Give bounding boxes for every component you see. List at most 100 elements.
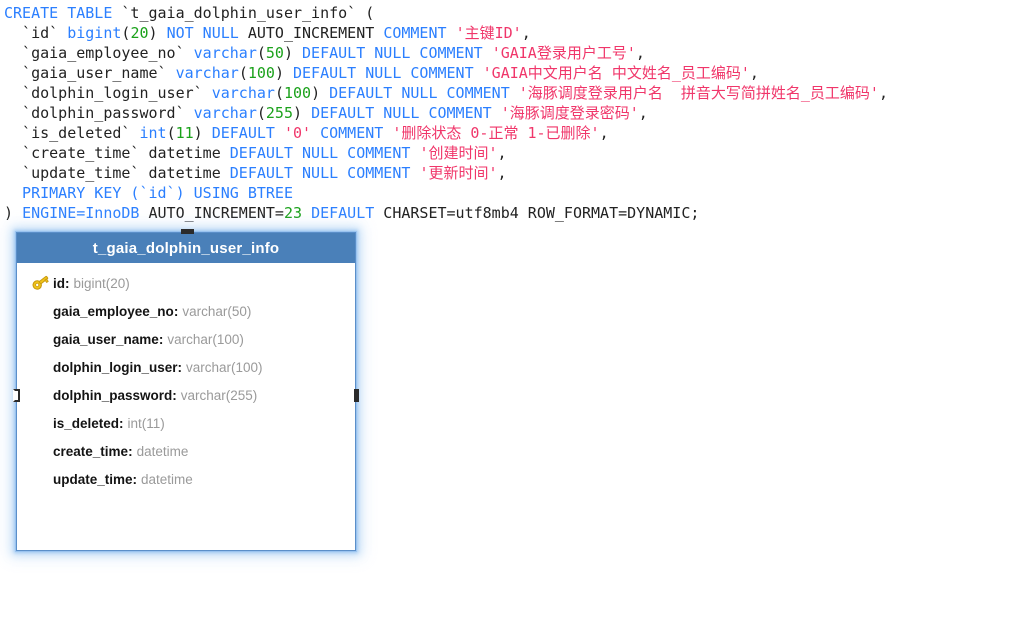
entity-field-type: int(11) [127, 415, 165, 431]
sql-token: datetime [148, 144, 230, 162]
sql-token: DEFAULT NULL COMMENT [311, 104, 492, 122]
field-icon-placeholder [31, 442, 53, 460]
entity-field-row[interactable]: dolphin_login_user: varchar(100) [17, 353, 355, 381]
sql-token: ) [283, 44, 303, 62]
er-table-entity-t-gaia-dolphin-user-info[interactable]: t_gaia_dolphin_user_info id: bigint(20) ga… [13, 229, 359, 551]
field-icon-placeholder [31, 358, 53, 376]
entity-field-list: id: bigint(20) gaia_employee_no: varchar(50… [17, 263, 355, 493]
sql-token: '海豚调度登录密码' [500, 104, 639, 122]
sql-token: 255 [265, 104, 293, 122]
sql-token: `id` [4, 24, 68, 42]
sql-token: '0' [283, 124, 312, 142]
sql-token: , [635, 44, 645, 62]
connector-handle-right[interactable] [354, 389, 359, 402]
field-icon-placeholder [31, 414, 53, 432]
sql-token: `t_gaia_dolphin_user_info` ( [121, 4, 375, 22]
sql-token: ) [293, 104, 312, 122]
sql-token: NOT NULL [166, 24, 239, 42]
sql-token: datetime [148, 164, 230, 182]
entity-field-row[interactable]: id: bigint(20) [17, 269, 355, 297]
connector-handle-left[interactable] [13, 389, 20, 402]
sql-token: DEFAULT NULL COMMENT [329, 84, 510, 102]
sql-token: ( [166, 124, 176, 142]
sql-token: , [878, 84, 888, 102]
sql-line: `dolphin_password` varchar(255) DEFAULT … [0, 103, 1035, 123]
sql-line: CREATE TABLE `t_gaia_dolphin_user_info` … [0, 3, 1035, 23]
sql-token: ) [4, 204, 23, 222]
entity-field-type: varchar(50) [182, 303, 252, 319]
entity-field-row[interactable]: create_time: datetime [17, 437, 355, 465]
sql-token: `is_deleted` [4, 124, 140, 142]
field-icon-placeholder [31, 386, 53, 404]
sql-token: , [497, 144, 507, 162]
sql-token: DEFAULT NULL COMMENT [229, 164, 411, 182]
sql-token: CHARSET=utf8mb4 ROW_FORMAT=DYNAMIC; [374, 204, 700, 222]
sql-token: DEFAULT NULL COMMENT [302, 44, 483, 62]
sql-token: `create_time` [4, 144, 149, 162]
sql-token: 100 [283, 84, 312, 102]
entity-title: t_gaia_dolphin_user_info [92, 239, 280, 257]
entity-field-name: gaia_user_name [53, 331, 159, 347]
sql-token: 100 [247, 64, 275, 82]
entity-field-row[interactable]: gaia_user_name: varchar(100) [17, 325, 355, 353]
sql-line: PRIMARY KEY (`id`) USING BTREE [0, 183, 1035, 203]
sql-token: , [521, 24, 531, 42]
sql-token: int [139, 124, 167, 142]
entity-field-type: varchar(255) [180, 387, 258, 403]
entity-field-name: create_time [53, 443, 129, 459]
sql-token: DEFAULT [311, 204, 375, 222]
entity-field-row[interactable]: update_time: datetime [17, 465, 355, 493]
sql-token: CREATE TABLE [4, 4, 122, 22]
sql-token: `gaia_user_name` [4, 64, 176, 82]
sql-token: varchar [193, 44, 257, 62]
sql-token: ( [256, 44, 266, 62]
entity-header[interactable]: t_gaia_dolphin_user_info [17, 233, 355, 263]
sql-token: varchar [175, 64, 239, 82]
sql-token: ) [193, 124, 212, 142]
connector-handle-top[interactable] [181, 229, 194, 234]
entity-field-type: bigint(20) [73, 275, 130, 291]
entity-field-name: dolphin_password [53, 387, 173, 403]
sql-token: '删除状态 0-正常 1-已删除' [392, 124, 600, 142]
sql-token: `dolphin_login_user` [4, 84, 212, 102]
sql-token: ( [274, 84, 284, 102]
sql-ddl-code-block: CREATE TABLE `t_gaia_dolphin_user_info` … [0, 0, 1035, 223]
sql-token: 'GAIA登录用户工号' [491, 44, 636, 62]
sql-token: ) [274, 64, 293, 82]
sql-token: ( [238, 64, 248, 82]
sql-token: ) [311, 84, 330, 102]
sql-token: , [599, 124, 609, 142]
entity-field-row[interactable]: dolphin_password: varchar(255) [17, 381, 355, 409]
field-icon-placeholder [31, 302, 53, 320]
entity-field-row[interactable]: is_deleted: int(11) [17, 409, 355, 437]
field-icon-placeholder [31, 330, 53, 348]
sql-token: `dolphin_password` [4, 104, 194, 122]
entity-field-name: update_time [53, 471, 133, 487]
sql-line: `update_time` datetime DEFAULT NULL COMM… [0, 163, 1035, 183]
sql-token: 20 [130, 24, 149, 42]
sql-token: '海豚调度登录用户名 拼音大写简拼姓名_员工编码' [518, 84, 879, 102]
entity-field-type: varchar(100) [167, 331, 244, 347]
sql-token: '创建时间' [419, 144, 498, 162]
sql-token: varchar [211, 84, 275, 102]
primary-key-icon [31, 274, 53, 292]
sql-token: ) [148, 24, 167, 42]
sql-line: `gaia_employee_no` varchar(50) DEFAULT N… [0, 43, 1035, 63]
field-icon-placeholder [31, 470, 53, 488]
sql-token: DEFAULT NULL COMMENT [293, 64, 474, 82]
sql-token: AUTO_INCREMENT= [139, 204, 284, 222]
sql-token: `gaia_employee_no` [4, 44, 194, 62]
sql-line: `id` bigint(20) NOT NULL AUTO_INCREMENT … [0, 23, 1035, 43]
sql-token: 23 [283, 204, 303, 222]
entity-field-name: id [53, 275, 65, 291]
sql-token: ENGINE=InnoDB [22, 204, 140, 222]
sql-token: ( [256, 104, 266, 122]
sql-line: `dolphin_login_user` varchar(100) DEFAUL… [0, 83, 1035, 103]
entity-field-row[interactable]: gaia_employee_no: varchar(50) [17, 297, 355, 325]
